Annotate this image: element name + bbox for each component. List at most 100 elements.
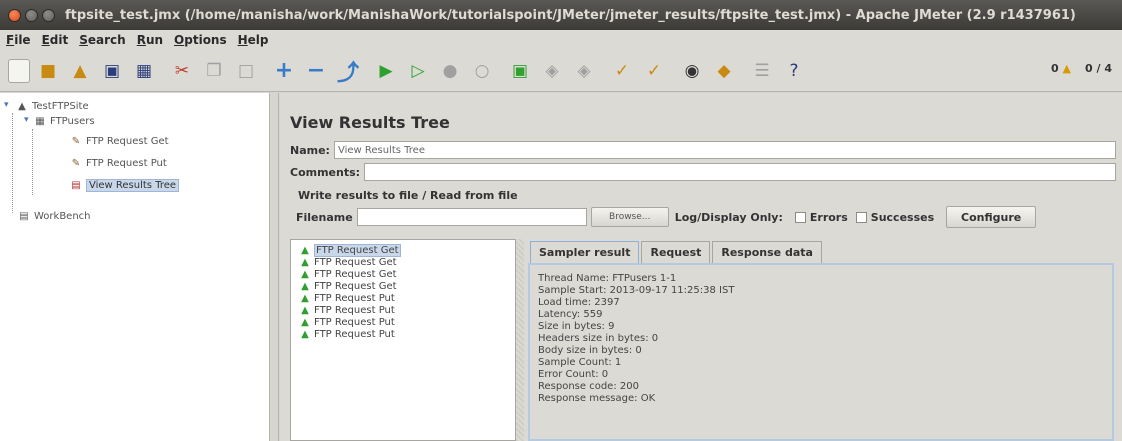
tree-item-thread-group[interactable]: ▦ FTPusers: [34, 113, 95, 129]
start-icon[interactable]: ▶: [372, 57, 400, 85]
filename-input[interactable]: [356, 208, 587, 226]
name-row: Name: View Results Tree: [290, 141, 1116, 159]
successes-checkbox[interactable]: Successes: [855, 210, 935, 224]
result-item[interactable]: ▲ FTP Request Put: [299, 328, 395, 340]
result-label: FTP Request Get: [314, 268, 397, 280]
remote-start-icon[interactable]: ▣: [506, 57, 534, 85]
collapse-handle-icon[interactable]: ▾: [4, 100, 9, 110]
result-item[interactable]: ▲ FTP Request Get: [299, 268, 397, 280]
menu-edit[interactable]: Edit: [42, 33, 69, 47]
result-item[interactable]: ▲ FTP Request Put: [299, 292, 395, 304]
sampler-pen-icon: ✎: [71, 135, 81, 147]
result-item[interactable]: ▲ FTP Request Put: [299, 316, 395, 328]
tree-item-label: FTPusers: [50, 115, 95, 127]
function-helper-icon[interactable]: ☰: [748, 57, 776, 85]
workbench-icon: ▤: [19, 210, 29, 222]
configure-button[interactable]: Configure: [946, 206, 1037, 228]
tab-response-data[interactable]: Response data: [712, 241, 822, 263]
result-item[interactable]: ▲ FTP Request Put: [299, 304, 395, 316]
close-window-button[interactable]: [8, 8, 21, 22]
shutdown-icon[interactable]: ○: [468, 57, 496, 85]
panel-splitter[interactable]: [270, 93, 279, 441]
toggle-icon[interactable]: ⤴: [334, 57, 362, 86]
expand-all-icon[interactable]: +: [270, 57, 298, 85]
menu-options[interactable]: Options: [174, 33, 227, 47]
remote-shutdown-icon[interactable]: ◈: [570, 57, 598, 85]
thread-group-icon: ▦: [35, 115, 45, 127]
tab-sampler-result[interactable]: Sampler result: [530, 241, 640, 263]
result-label: FTP Request Get: [314, 280, 397, 292]
start-no-pauses-icon[interactable]: ▷: [404, 57, 432, 85]
status-indicators: 0 ▲ 0 / 4: [1051, 62, 1112, 75]
results-splitter[interactable]: [516, 239, 524, 441]
window-title: ftpsite_test.jmx (/home/manisha/work/Man…: [65, 7, 1076, 23]
help-icon[interactable]: ?: [780, 57, 808, 85]
checkbox-box[interactable]: [794, 211, 806, 223]
result-item[interactable]: ▲ FTP Request Get: [299, 256, 397, 268]
menu-file[interactable]: File: [6, 33, 31, 47]
templates-icon[interactable]: ■: [34, 57, 62, 85]
sampler-result-line: Response code: 200: [538, 381, 639, 392]
tree-item-workbench[interactable]: ▤ WorkBench: [18, 208, 91, 224]
success-triangle-icon: ▲: [301, 304, 309, 316]
result-label: FTP Request Get: [314, 256, 397, 268]
menu-run[interactable]: Run: [137, 33, 163, 47]
result-label: FTP Request Put: [314, 328, 395, 340]
browse-button[interactable]: Browse...: [590, 207, 669, 227]
sampler-result-line: Sample Count: 1: [538, 357, 622, 368]
tree-item-label: FTP Request Get: [86, 135, 169, 147]
menu-help[interactable]: Help: [238, 33, 269, 47]
tab-request[interactable]: Request: [641, 241, 711, 263]
search-icon[interactable]: ◉: [678, 57, 706, 85]
minimize-window-button[interactable]: [25, 8, 38, 22]
tree-item-label: FTP Request Put: [86, 157, 167, 169]
result-item[interactable]: ▲ FTP Request Get: [299, 243, 401, 257]
tree-item-label: View Results Tree: [86, 178, 180, 192]
open-icon[interactable]: ▲: [66, 57, 94, 85]
tree-item-test-plan[interactable]: ▲ TestFTPSite: [16, 98, 88, 114]
collapse-all-icon[interactable]: −: [302, 57, 330, 85]
sampler-result-line: Size in bytes: 9: [538, 321, 615, 332]
comments-label: Comments:: [290, 165, 361, 179]
sampler-result-line: Thread Name: FTPusers 1-1: [538, 273, 677, 284]
filename-label: Filename: [296, 210, 353, 224]
tree-item-ftp-get[interactable]: ✎ FTP Request Get: [70, 133, 169, 149]
reset-search-icon[interactable]: ◆: [710, 57, 738, 85]
sampler-result-pane[interactable]: Thread Name: FTPusers 1-1 Sample Start: …: [528, 263, 1114, 441]
new-icon[interactable]: [8, 58, 30, 83]
success-triangle-icon: ▲: [301, 328, 309, 340]
result-label: FTP Request Put: [314, 292, 395, 304]
tree-item-ftp-put[interactable]: ✎ FTP Request Put: [70, 155, 167, 171]
remote-stop-icon[interactable]: ◈: [538, 57, 566, 85]
cut-icon[interactable]: ✂: [168, 57, 196, 85]
save-icon[interactable]: ▣: [98, 57, 126, 85]
result-label: FTP Request Get: [314, 243, 401, 257]
warning-count-value: 0: [1051, 62, 1059, 75]
checkbox-box[interactable]: [855, 211, 867, 223]
test-plan-tree[interactable]: ▾ ▲ TestFTPSite ▾ ▦ FTPusers ✎ FTP Reque…: [0, 93, 270, 441]
result-label: FTP Request Put: [314, 316, 395, 328]
results-tree[interactable]: ▲ FTP Request Get ▲ FTP Request Get ▲ FT…: [290, 239, 516, 441]
stop-icon[interactable]: ●: [436, 57, 464, 85]
successes-label: Successes: [870, 210, 935, 224]
tree-item-label: WorkBench: [34, 210, 91, 222]
test-plan-icon: ▲: [18, 100, 26, 112]
result-item[interactable]: ▲ FTP Request Get: [299, 280, 397, 292]
tree-item-view-results-tree[interactable]: ▤ View Results Tree: [70, 177, 180, 193]
clear-icon[interactable]: ✓: [608, 57, 636, 85]
maximize-window-button[interactable]: [42, 8, 55, 22]
errors-label: Errors: [809, 210, 848, 224]
errors-checkbox[interactable]: Errors: [794, 210, 848, 224]
view-results-tree-panel: View Results Tree Name: View Results Tre…: [280, 93, 1122, 441]
paste-icon[interactable]: □: [232, 57, 260, 85]
menu-search[interactable]: Search: [79, 33, 125, 47]
name-field[interactable]: View Results Tree: [333, 141, 1116, 159]
comments-field[interactable]: [364, 163, 1116, 181]
page-title: View Results Tree: [290, 113, 450, 132]
collapse-handle-icon[interactable]: ▾: [24, 115, 29, 125]
save-as-icon[interactable]: ▦: [130, 57, 158, 85]
sampler-result-line: Load time: 2397: [538, 297, 620, 308]
clear-all-icon[interactable]: ✓: [640, 57, 668, 85]
window-controls: [8, 8, 55, 22]
copy-icon[interactable]: ❐: [200, 57, 228, 85]
